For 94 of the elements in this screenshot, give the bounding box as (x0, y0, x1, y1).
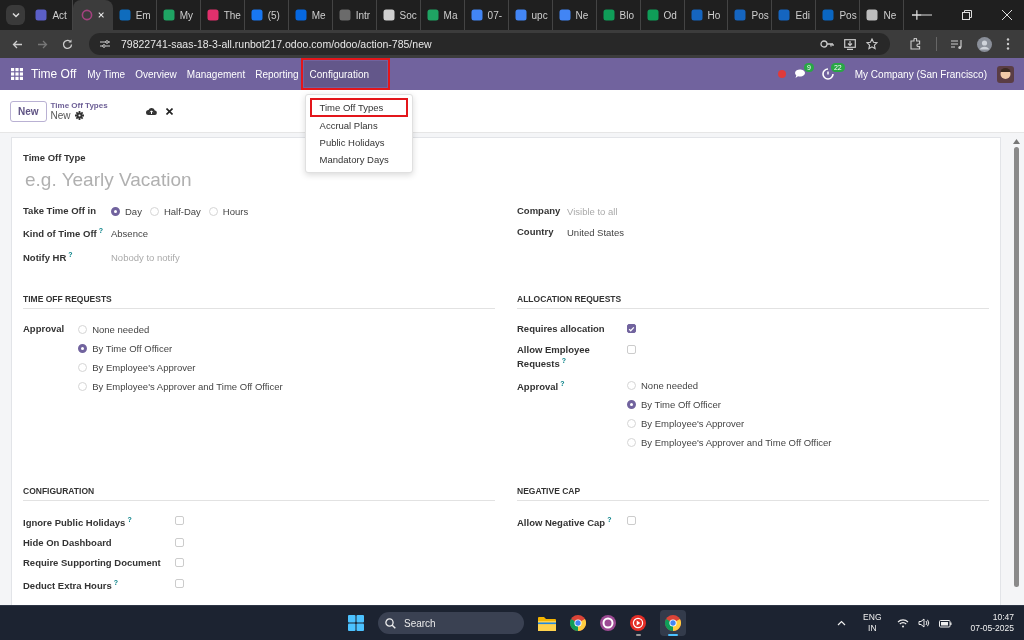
field-value[interactable]: Absence (111, 228, 495, 240)
chrome-icon[interactable] (570, 615, 586, 631)
tab-search-button[interactable] (6, 5, 26, 25)
field-label: Require Supporting Document (23, 557, 161, 570)
field-label: Notify HR $^{?}$ (23, 249, 74, 265)
volume-icon[interactable] (917, 618, 930, 628)
star-icon[interactable] (866, 38, 878, 50)
option-label[interactable]: By Employee's Approver and Time Off Officer (92, 381, 283, 393)
option-label[interactable]: Hours (222, 205, 249, 217)
forward-icon[interactable] (37, 38, 48, 50)
field-label: Kind of Time Off $^{?}$ (23, 226, 104, 241)
puzzle-icon[interactable] (910, 38, 922, 50)
folder-icon[interactable] (538, 615, 556, 631)
section-heading: TIME OFF REQUESTS (23, 294, 495, 310)
install-icon[interactable] (844, 38, 856, 50)
option-label[interactable]: None needed (641, 379, 699, 391)
section-heading: NEGATIVE CAP (517, 485, 989, 501)
clock-date[interactable]: 07-05-2025 (970, 623, 1014, 635)
option-label[interactable]: By Employee's Approver and Time Off Officer (641, 436, 832, 448)
section-heading: CONFIGURATION (23, 485, 495, 501)
field-label: Allow Negative Cap $^{?}$ (517, 514, 613, 530)
save-cloud-icon[interactable] (145, 107, 157, 115)
radio-button[interactable] (78, 344, 88, 354)
record-title: New (50, 110, 71, 121)
radio-button[interactable] (111, 206, 120, 216)
wifi-icon[interactable] (896, 618, 909, 628)
chevron-up-icon[interactable] (837, 620, 847, 626)
menu-item[interactable]: Reporting (250, 61, 304, 87)
caret-icon (10, 10, 21, 20)
field-label: Take Time Off in (23, 205, 98, 218)
clock-time[interactable]: 10:47 (992, 611, 1014, 623)
company-switcher[interactable]: My Company (San Francisco) (854, 68, 987, 80)
option-label[interactable]: By Time Off Officer (641, 398, 721, 410)
field-label: Time Off Type (23, 152, 86, 163)
breadcrumb-link[interactable]: Time Off Types (50, 101, 108, 110)
active-app-tile[interactable] (660, 610, 686, 636)
key-icon[interactable] (820, 39, 834, 49)
apps-grid-icon[interactable] (11, 68, 23, 80)
clock-icon[interactable] (821, 68, 834, 80)
close-icon[interactable] (1002, 10, 1013, 20)
dropdown-item[interactable]: Public Holidays (313, 135, 404, 150)
radio-button[interactable] (627, 399, 636, 409)
dropdown-item[interactable]: Accrual Plans (313, 118, 404, 133)
field-label: Ignore Public Holidays $^{?}$ (23, 514, 133, 530)
back-icon[interactable] (12, 38, 23, 50)
option-label[interactable]: Day (125, 205, 142, 217)
address-bar[interactable]: 79822741-saas-18-3-all.runbot217.odoo.com/odoo/action-785/new (89, 33, 890, 55)
field-value[interactable]: United States (567, 227, 989, 238)
site-settings-icon[interactable] (99, 39, 111, 49)
field-label: Requires allocation (517, 323, 606, 336)
option-label[interactable]: Half-Day (163, 205, 201, 217)
search-field[interactable]: Search (378, 612, 524, 634)
new-tab-icon[interactable] (912, 10, 923, 20)
search-icon (385, 617, 396, 629)
ring-app-icon[interactable] (600, 615, 616, 631)
section-heading: ALLOCATION REQUESTS (517, 294, 989, 310)
media-icon[interactable] (951, 38, 963, 50)
gear-icon[interactable] (74, 111, 84, 120)
field-label: Deduct Extra Hours $^{?}$ (23, 577, 119, 593)
region-indicator[interactable]: IN (868, 623, 877, 635)
chrome-icon[interactable] (665, 615, 681, 631)
option-label[interactable]: By Employee's Approver (92, 362, 196, 374)
menu-item[interactable]: Configuration (303, 61, 388, 87)
discard-icon[interactable] (165, 107, 173, 115)
option-label[interactable]: By Employee's Approver (641, 417, 745, 429)
restore-icon[interactable] (962, 10, 973, 20)
scroll-up-icon[interactable] (1013, 139, 1020, 144)
status-dot (778, 70, 787, 78)
menu-item[interactable]: My Time (82, 61, 131, 87)
close-icon[interactable] (98, 11, 105, 19)
field-label: Country (517, 226, 555, 239)
app-title[interactable]: Time Off (31, 67, 77, 81)
field-label: Approval (23, 323, 65, 336)
dropdown-item[interactable]: Time Off Types (311, 100, 406, 115)
menu-item[interactable]: Management (181, 61, 251, 87)
dropdown-item[interactable]: Mandatory Days (313, 152, 404, 167)
checkbox[interactable] (627, 324, 636, 334)
option-label[interactable]: None needed (92, 324, 150, 336)
field-label: Company (517, 205, 562, 218)
battery-icon[interactable] (938, 618, 952, 628)
language-indicator[interactable]: ENG (863, 611, 882, 623)
field-label: Allow Employee Requests $^{?}$ (517, 343, 591, 371)
option-label[interactable]: By Time Off Officer (92, 343, 173, 355)
reload-icon[interactable] (62, 38, 73, 50)
field-label: Hide On Dashboard (23, 537, 113, 550)
profile-avatar[interactable] (977, 36, 992, 52)
new-button[interactable]: New (10, 100, 47, 122)
menu-item[interactable]: Overview (130, 61, 182, 87)
user-avatar[interactable] (997, 65, 1014, 83)
field-label: Approval $^{?}$ (517, 378, 566, 394)
windows-start-icon[interactable] (348, 615, 364, 631)
more-icon[interactable] (1006, 38, 1010, 50)
chat-icon[interactable] (794, 68, 808, 80)
play-app-icon[interactable] (630, 615, 646, 631)
